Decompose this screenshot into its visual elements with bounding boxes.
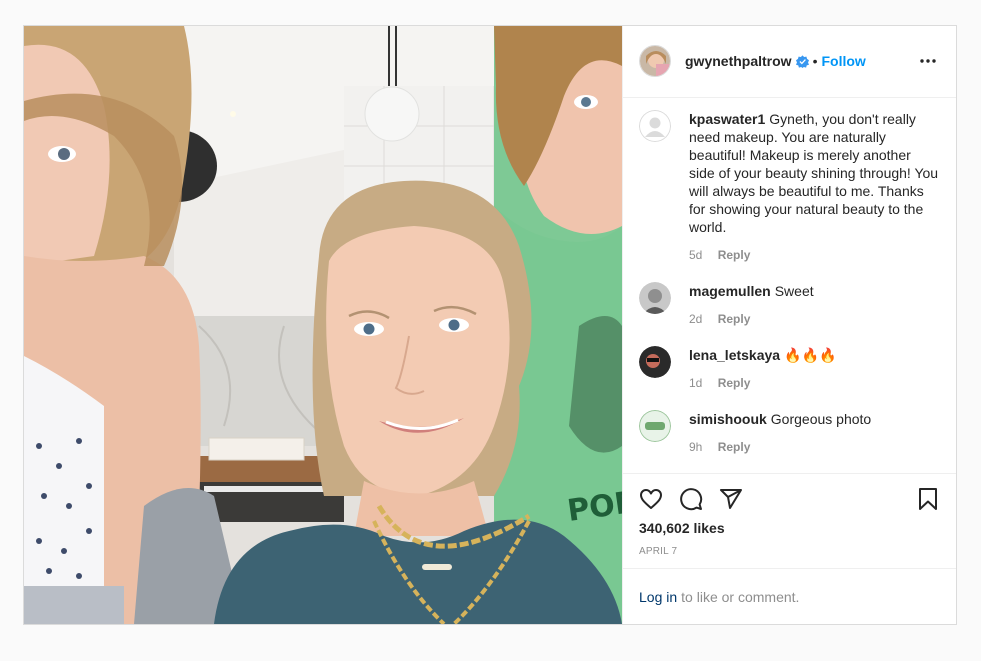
comment-age[interactable]: 2d xyxy=(689,312,702,326)
comment-username[interactable]: magemullen xyxy=(689,283,771,299)
reply-button[interactable]: Reply xyxy=(718,440,751,454)
comment-item: simishoouk Gorgeous photo 9h Reply xyxy=(639,409,940,454)
reply-button[interactable]: Reply xyxy=(718,248,751,262)
comment-icon[interactable] xyxy=(679,487,703,511)
comment-item: kpaswater1 Gyneth, you don't really need … xyxy=(639,109,940,262)
comment-username[interactable]: simishoouk xyxy=(689,411,767,427)
heart-icon[interactable] xyxy=(639,487,663,511)
comment-text: Gyneth, you don't really need makeup. Yo… xyxy=(689,110,939,235)
likes-count[interactable]: 340,602 likes xyxy=(639,520,940,536)
comment-text: Sweet xyxy=(774,282,814,299)
comment-age[interactable]: 5d xyxy=(689,248,702,262)
post-photo[interactable]: PORT xyxy=(24,26,622,624)
comment-username[interactable]: kpaswater1 xyxy=(689,111,765,127)
commenter-avatar[interactable] xyxy=(639,109,671,142)
comment-text: Gorgeous photo xyxy=(770,410,872,427)
action-bar xyxy=(639,474,940,520)
verified-badge-icon xyxy=(795,55,809,68)
commenter-avatar[interactable] xyxy=(639,345,671,378)
instagram-post: PORT gwynethpaltrow • Follow kpaswater1 … xyxy=(23,25,957,625)
comment-item: lena_letskaya 🔥🔥🔥 1d Reply xyxy=(639,345,940,390)
post-side-panel: gwynethpaltrow • Follow kpaswater1 Gynet… xyxy=(622,26,956,624)
separator-dot: • xyxy=(812,53,818,70)
login-prompt: Log in to like or comment. xyxy=(623,568,956,624)
follow-button[interactable]: Follow xyxy=(821,53,865,69)
post-photo-illustration: PORT xyxy=(24,26,622,624)
reply-button[interactable]: Reply xyxy=(718,376,751,390)
comment-text: 🔥🔥🔥 xyxy=(784,346,837,363)
comment-username[interactable]: lena_letskaya xyxy=(689,347,780,363)
bookmark-icon[interactable] xyxy=(916,487,940,511)
reply-button[interactable]: Reply xyxy=(718,312,751,326)
post-actions-section: 340,602 likes APRIL 7 xyxy=(623,473,956,568)
post-header: gwynethpaltrow • Follow xyxy=(623,26,956,98)
commenter-avatar[interactable] xyxy=(639,409,671,442)
commenter-avatar[interactable] xyxy=(639,281,671,314)
login-link[interactable]: Log in xyxy=(639,589,677,605)
author-username[interactable]: gwynethpaltrow xyxy=(685,53,792,69)
comment-age[interactable]: 1d xyxy=(689,376,702,390)
author-avatar[interactable] xyxy=(639,45,671,78)
login-prompt-text: to like or comment. xyxy=(681,588,800,605)
share-icon[interactable] xyxy=(719,487,743,511)
comment-item: magemullen Sweet 2d Reply xyxy=(639,281,940,326)
more-options-icon[interactable] xyxy=(916,49,940,73)
post-date[interactable]: APRIL 7 xyxy=(639,546,940,557)
comments-list[interactable]: kpaswater1 Gyneth, you don't really need … xyxy=(623,98,956,473)
comment-age[interactable]: 9h xyxy=(689,440,702,454)
